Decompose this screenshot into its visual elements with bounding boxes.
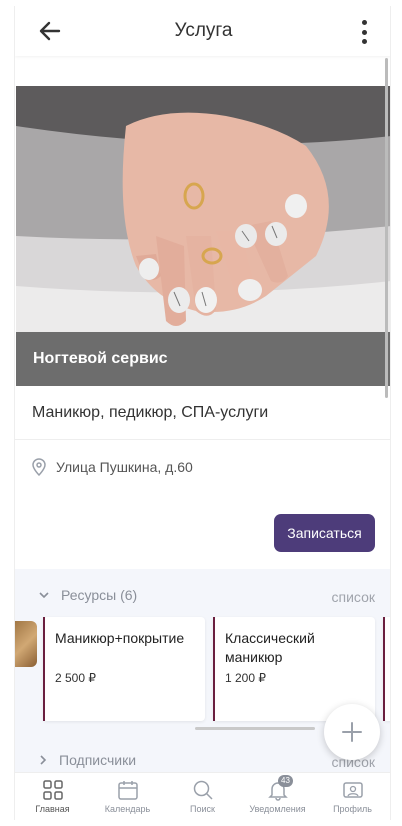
bottom-navigation: Главная Календарь Поиск 43 Уведомления П… bbox=[15, 772, 390, 820]
plus-icon bbox=[342, 722, 362, 742]
service-hero-image: Ногтевой сервис bbox=[16, 86, 390, 386]
calendar-icon bbox=[117, 781, 138, 800]
add-fab-button[interactable] bbox=[324, 704, 380, 760]
service-subtitle: Маникюр, педикюр, СПА-услуги bbox=[32, 404, 269, 421]
resource-card-partial[interactable] bbox=[383, 617, 390, 721]
resources-toggle[interactable]: Ресурсы (6) bbox=[39, 587, 137, 603]
subscribers-toggle[interactable]: Подписчики bbox=[39, 752, 136, 768]
chevron-down-icon bbox=[39, 592, 49, 599]
vertical-scrollbar[interactable] bbox=[385, 58, 388, 398]
card-accent-stripe bbox=[383, 617, 385, 721]
nav-label: Уведомления bbox=[249, 804, 306, 814]
subscribers-heading: Подписчики bbox=[59, 752, 137, 768]
nav-label: Поиск bbox=[190, 804, 215, 814]
card-accent-stripe bbox=[43, 617, 45, 721]
resource-card-title: Маникюр+покрытие bbox=[55, 630, 185, 646]
nav-item-profile[interactable]: Профиль bbox=[315, 773, 390, 820]
nav-item-notifications[interactable]: 43 Уведомления bbox=[240, 773, 315, 820]
divider bbox=[15, 439, 390, 440]
card-accent-stripe bbox=[213, 617, 215, 721]
nav-item-search[interactable]: Поиск bbox=[165, 773, 240, 820]
resources-heading: Ресурсы (6) bbox=[61, 587, 138, 603]
resources-list-link[interactable]: список bbox=[332, 589, 375, 605]
more-vert-icon[interactable] bbox=[354, 20, 374, 44]
nav-item-calendar[interactable]: Календарь bbox=[90, 773, 165, 820]
resource-card-price: 1 200 ₽ bbox=[225, 671, 266, 685]
hero-caption-bar: Ногтевой сервис bbox=[16, 332, 390, 386]
page-title: Услуга bbox=[174, 20, 233, 41]
back-arrow-icon[interactable] bbox=[37, 18, 63, 44]
service-category-title: Ногтевой сервис bbox=[33, 350, 168, 367]
nav-label: Профиль bbox=[333, 804, 372, 814]
chevron-right-icon bbox=[40, 755, 47, 765]
notification-badge: 43 bbox=[278, 775, 293, 787]
nav-item-home[interactable]: Главная bbox=[15, 773, 90, 820]
nav-label: Главная bbox=[35, 804, 70, 814]
resource-card[interactable]: Маникюр+покрытие 2 500 ₽ bbox=[43, 617, 205, 721]
nav-label: Календарь bbox=[104, 804, 151, 814]
profile-card-icon bbox=[342, 782, 363, 798]
address-row[interactable]: Улица Пушкина, д.60 bbox=[32, 458, 193, 476]
location-pin-icon bbox=[32, 458, 46, 476]
resource-card-price: 2 500 ₽ bbox=[55, 671, 96, 685]
horizontal-scrollbar[interactable] bbox=[195, 727, 315, 730]
home-grid-icon bbox=[42, 780, 63, 800]
top-bar: Услуга bbox=[15, 6, 390, 56]
app-screen: Услуга Ногтевой сервис Маникюр, педикюр,… bbox=[14, 6, 391, 820]
book-button[interactable]: Записаться bbox=[274, 514, 375, 552]
search-icon bbox=[193, 780, 213, 800]
resource-card-title: Классический маникюр bbox=[225, 630, 315, 665]
resource-thumbnail[interactable] bbox=[15, 621, 37, 667]
address-text: Улица Пушкина, д.60 bbox=[56, 459, 193, 475]
